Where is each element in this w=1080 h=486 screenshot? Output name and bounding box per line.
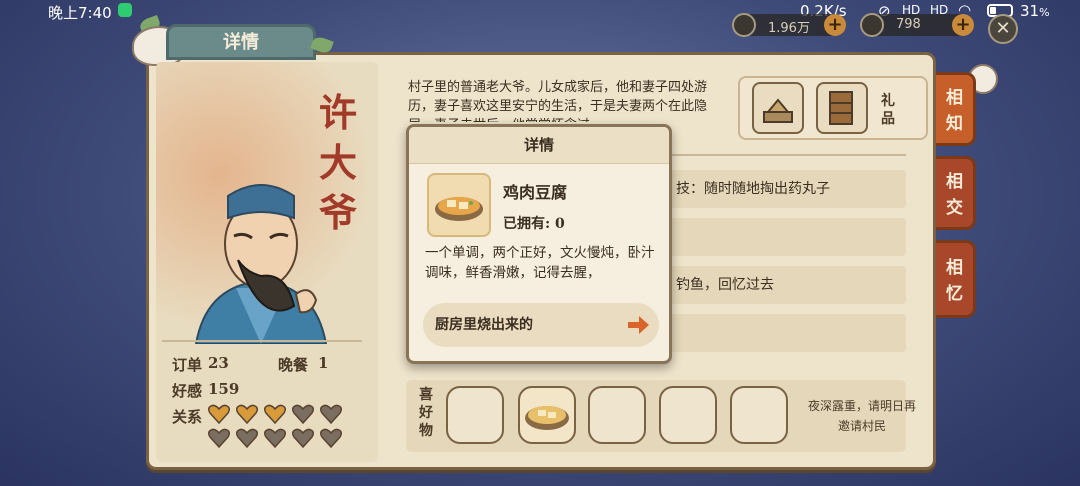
- item-image-frame: [427, 173, 491, 237]
- item-detail-popup: 详情 鸡肉豆腐 已拥有: 0 一个单调，两个正好，文火慢炖，卧汁调味，鲜香滑嫩，…: [406, 124, 672, 364]
- coin-value: 1.96万: [768, 21, 810, 36]
- heart-empty-icon: [263, 428, 287, 449]
- bookshelf-icon: [829, 91, 853, 125]
- item-description: 一个单调，两个正好，文火慢炖，卧汁调味，鲜香滑嫩，记得去腥，: [425, 245, 655, 281]
- tab-xiangjiao[interactable]: 相交: [936, 156, 976, 230]
- gifts-label: 礼品: [881, 93, 895, 127]
- coin-icon: [732, 13, 756, 37]
- character-portrait: [194, 184, 328, 344]
- item-name: 鸡肉豆腐: [503, 183, 568, 202]
- relation-label: 关系: [172, 408, 203, 426]
- gem-counter: 798 +: [860, 13, 974, 37]
- favorite-slot-empty[interactable]: [659, 386, 717, 444]
- owned-value: 0: [555, 216, 565, 232]
- orders-value: 23: [208, 354, 229, 372]
- source-button[interactable]: 厨房里烧出来的: [423, 303, 659, 347]
- affection-value: 159: [208, 380, 240, 398]
- call-icon: [118, 3, 132, 17]
- heart-filled-icon: [207, 404, 231, 425]
- favorites-label: 喜好物: [419, 387, 433, 439]
- gifts-box: 礼品: [738, 76, 928, 140]
- stone-lamp-icon: [763, 98, 793, 123]
- dinner-label: 晚餐: [278, 356, 309, 374]
- add-coins-button[interactable]: +: [824, 14, 846, 36]
- gem-icon: [860, 13, 884, 37]
- tofu-dish-icon: [525, 406, 569, 430]
- heart-empty-icon: [207, 428, 231, 449]
- info-row-3: 钓鱼，回忆过去: [664, 266, 906, 304]
- source-label: 厨房里烧出来的: [435, 317, 533, 333]
- favorite-slot-dish[interactable]: [518, 386, 576, 444]
- heart-filled-icon: [263, 404, 287, 425]
- owned-label: 已拥有:: [503, 216, 551, 232]
- owned-count: 已拥有: 0: [503, 213, 565, 233]
- relation-hearts: [207, 404, 348, 452]
- affection-label: 好感: [172, 382, 203, 400]
- orders-label: 订单: [172, 356, 203, 374]
- status-time: 晚上7:40: [48, 4, 112, 22]
- divider: [162, 340, 362, 342]
- heart-empty-icon: [235, 428, 259, 449]
- close-button[interactable]: ✕: [988, 14, 1018, 44]
- heart-empty-icon: [319, 404, 343, 425]
- gem-value: 798: [896, 17, 921, 32]
- character-description: 村子里的普通老大爷。儿女成家后，他和妻子四处游历，妻子喜欢这里安宁的生活，于是夫…: [408, 80, 708, 122]
- info-row-4: [664, 314, 906, 352]
- favorite-slot-empty[interactable]: [730, 386, 788, 444]
- heart-empty-icon: [291, 404, 315, 425]
- gift-slot[interactable]: [752, 82, 804, 134]
- favorite-slot-empty[interactable]: [446, 386, 504, 444]
- favorite-slot-empty[interactable]: [588, 386, 646, 444]
- info-row-1: 技：随时随地掏出药丸子: [664, 170, 906, 208]
- chicken-tofu-icon: [435, 197, 483, 221]
- tab-xiangyi[interactable]: 相忆: [936, 240, 976, 318]
- favorites-note: 夜深露重，请明日再邀请村民: [808, 399, 917, 433]
- gift-slot[interactable]: [816, 82, 868, 134]
- arrow-right-icon: [628, 316, 649, 334]
- heart-empty-icon: [319, 428, 343, 449]
- battery-percent: 31%: [1020, 2, 1050, 20]
- info-row-2: [664, 218, 906, 256]
- page-title: 详情: [166, 24, 316, 60]
- popup-title: 详情: [409, 127, 669, 164]
- add-gems-button[interactable]: +: [952, 14, 974, 36]
- heart-filled-icon: [235, 404, 259, 425]
- tab-xiangzhi[interactable]: 相知: [936, 72, 976, 146]
- heart-empty-icon: [291, 428, 315, 449]
- dinner-value: 1: [318, 354, 329, 372]
- coin-counter: 1.96万 +: [732, 13, 846, 37]
